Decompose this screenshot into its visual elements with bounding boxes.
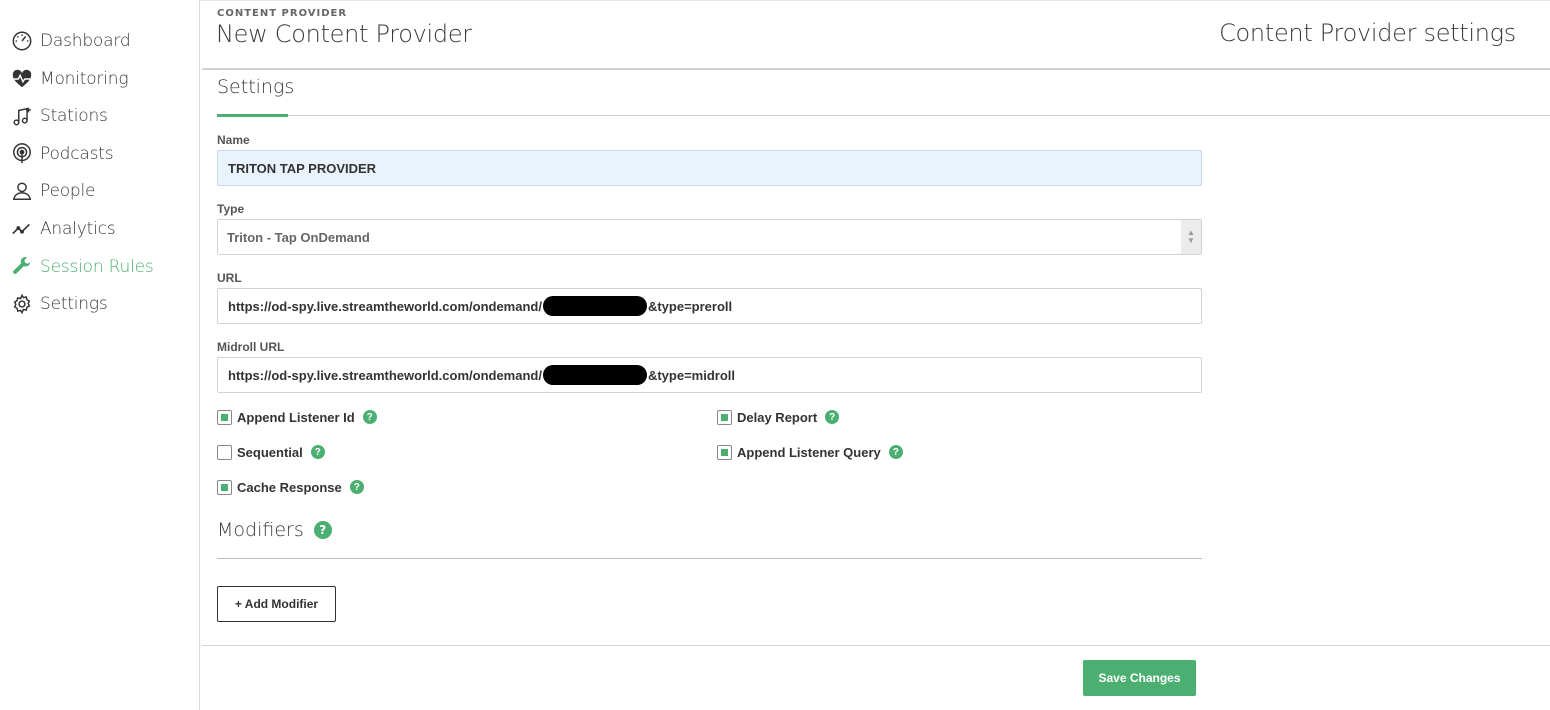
sequential-checkbox[interactable]: Sequential ? <box>217 442 325 462</box>
sidebar-item-label: Monitoring <box>40 69 129 89</box>
checkbox-box[interactable] <box>717 444 732 460</box>
type-select[interactable]: Triton - Tap OnDemand ▲ ▼ <box>217 219 1202 255</box>
sidebar-item-session-rules[interactable]: Session Rules <box>10 253 154 281</box>
dashboard-gauge-icon <box>10 29 34 53</box>
modifiers-heading: Modifiers ? <box>217 519 332 541</box>
help-icon[interactable]: ? <box>825 410 840 424</box>
sidebar-item-stations[interactable]: Stations <box>10 102 108 130</box>
checkbox-checked-mark <box>721 448 728 456</box>
help-icon[interactable]: ? <box>313 521 332 539</box>
name-input[interactable] <box>217 150 1202 186</box>
type-label: Type <box>217 202 245 216</box>
sidebar-item-label: Analytics <box>40 219 116 239</box>
save-changes-button[interactable]: Save Changes <box>1083 660 1196 696</box>
tab-active-indicator <box>217 114 288 117</box>
type-select-value: Triton - Tap OnDemand <box>227 229 370 245</box>
gear-icon <box>10 292 34 316</box>
midroll-url-input[interactable]: https://od-spy.live.streamtheworld.com/o… <box>217 357 1202 393</box>
midroll-url-suffix: &type=midroll <box>647 367 736 383</box>
sequential-label: Sequential <box>237 444 303 460</box>
midroll-url-prefix: https://od-spy.live.streamtheworld.com/o… <box>228 367 542 383</box>
help-icon[interactable]: ? <box>362 410 377 424</box>
page-title: New Content Provider <box>216 20 472 48</box>
delay-report-checkbox[interactable]: Delay Report ? <box>717 407 840 427</box>
url-label: URL <box>217 271 242 285</box>
checkbox-checked-mark <box>721 413 728 421</box>
url-input[interactable]: https://od-spy.live.streamtheworld.com/o… <box>217 288 1202 324</box>
append-listener-query-checkbox[interactable]: Append Listener Query ? <box>717 442 903 462</box>
cache-response-label: Cache Response <box>237 479 342 495</box>
podcast-icon <box>10 142 34 166</box>
sidebar-item-label: Stations <box>40 106 108 126</box>
modifiers-title: Modifiers <box>217 519 304 541</box>
checkbox-box[interactable] <box>217 479 232 495</box>
sidebar-item-dashboard[interactable]: Dashboard <box>10 27 131 55</box>
url-prefix: https://od-spy.live.streamtheworld.com/o… <box>228 298 542 314</box>
sidebar-item-label: Podcasts <box>40 144 114 164</box>
help-icon[interactable]: ? <box>310 445 325 459</box>
trend-line-icon <box>10 217 34 241</box>
select-arrows-icon: ▲ ▼ <box>1181 220 1201 254</box>
sidebar-item-label: Session Rules <box>40 257 154 277</box>
checkbox-box[interactable] <box>717 409 732 425</box>
redaction-mark <box>542 296 647 316</box>
modifiers-divider <box>217 558 1202 559</box>
append-listener-query-label: Append Listener Query <box>737 444 881 460</box>
music-note-plus-icon <box>10 104 34 128</box>
help-icon[interactable]: ? <box>888 445 903 459</box>
sidebar: Dashboard Monitoring Stations Podcasts P… <box>0 0 200 710</box>
redaction-mark <box>542 365 647 385</box>
sidebar-item-label: Dashboard <box>40 31 131 51</box>
append-listener-id-label: Append Listener Id <box>237 409 355 425</box>
sidebar-item-analytics[interactable]: Analytics <box>10 215 116 243</box>
sidebar-item-people[interactable]: People <box>10 177 95 205</box>
page-eyebrow: CONTENT PROVIDER <box>217 8 348 19</box>
cache-response-checkbox[interactable]: Cache Response ? <box>217 477 364 497</box>
delay-report-label: Delay Report <box>737 409 818 425</box>
page-section-title: Content Provider settings <box>1219 19 1516 47</box>
sidebar-item-podcasts[interactable]: Podcasts <box>10 140 114 168</box>
sidebar-item-label: People <box>40 181 96 201</box>
header-divider <box>202 68 1550 70</box>
append-listener-id-checkbox[interactable]: Append Listener Id ? <box>217 407 377 427</box>
footer-divider <box>202 645 1550 646</box>
tab-divider <box>217 115 1550 116</box>
tab-settings[interactable]: Settings <box>217 76 294 98</box>
url-suffix: &type=preroll <box>647 298 733 314</box>
sidebar-item-settings[interactable]: Settings <box>10 290 108 318</box>
help-icon[interactable]: ? <box>349 480 364 494</box>
midroll-url-label: Midroll URL <box>217 340 285 354</box>
top-border <box>200 0 1550 1</box>
sidebar-item-label: Settings <box>40 294 108 314</box>
add-modifier-button[interactable]: + Add Modifier <box>217 586 336 622</box>
person-icon <box>10 179 34 203</box>
checkbox-box[interactable] <box>217 444 232 460</box>
sidebar-item-monitoring[interactable]: Monitoring <box>10 65 129 93</box>
checkbox-checked-mark <box>221 483 228 491</box>
wrench-icon <box>10 255 34 279</box>
name-label: Name <box>217 133 250 147</box>
checkbox-box[interactable] <box>217 409 232 425</box>
checkbox-checked-mark <box>221 413 228 421</box>
heart-pulse-icon <box>10 67 34 91</box>
